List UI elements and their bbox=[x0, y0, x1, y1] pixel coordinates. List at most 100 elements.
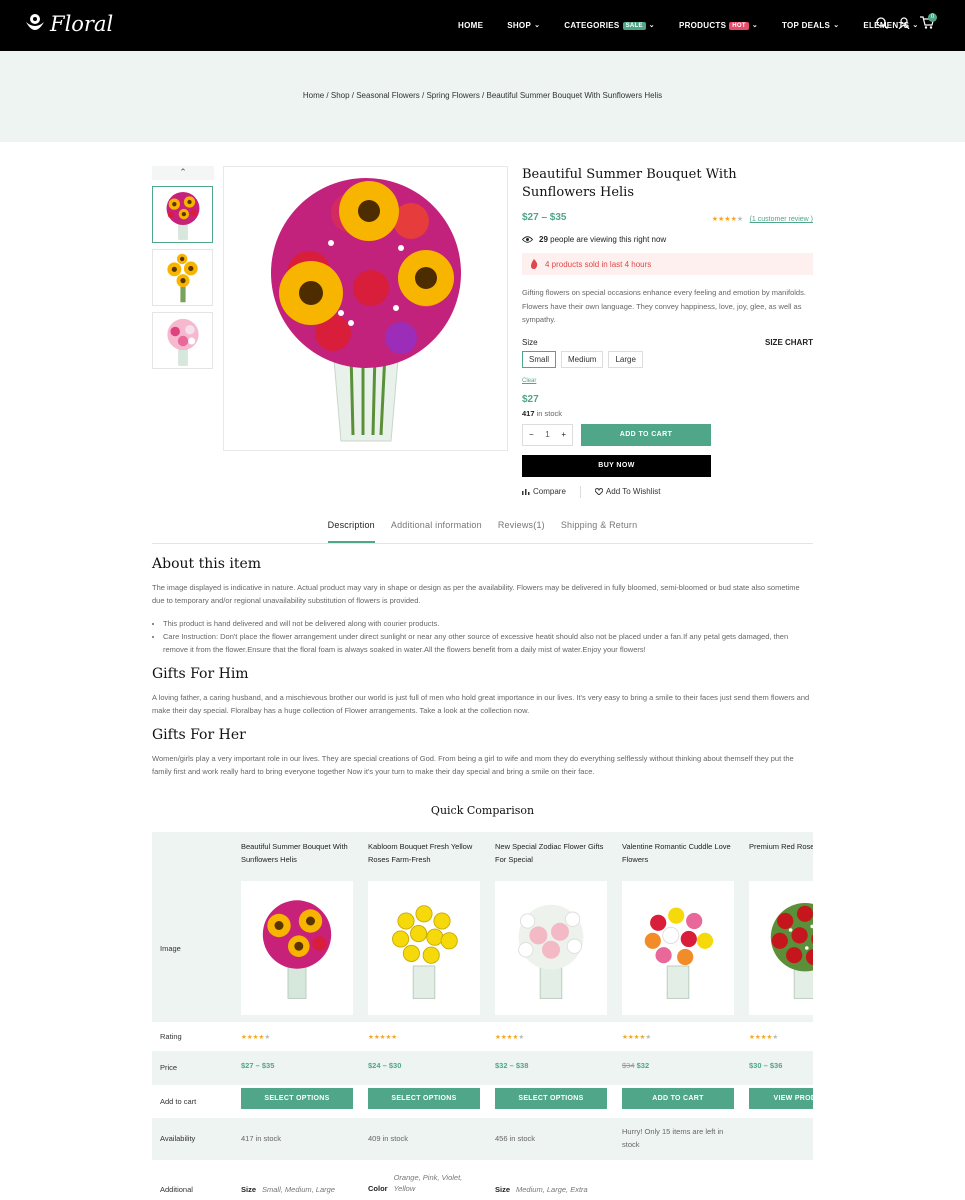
compare-current-price: $24 – $30 bbox=[368, 1061, 402, 1070]
compare-price: $24 – $30 bbox=[368, 1061, 401, 1070]
header-icons: 0 bbox=[876, 13, 937, 29]
compare-availability: 456 in stock bbox=[495, 1134, 536, 1143]
size-option-medium[interactable]: Medium bbox=[561, 350, 604, 368]
compare-product-name[interactable]: Beautiful Summer Bouquet With Sunflowers… bbox=[241, 840, 353, 866]
thumb-up-arrow-icon[interactable]: ⌃ bbox=[152, 166, 214, 180]
nav-top-deals[interactable]: TOP DEALS ⌄ bbox=[782, 21, 839, 30]
compare-current-price: $32 bbox=[636, 1061, 650, 1070]
compare-price: $34 $32 bbox=[622, 1061, 649, 1070]
compare-product-name[interactable]: New Special Zodiac Flower Gifts For Spec… bbox=[495, 840, 607, 866]
compare-attribute: Size Small, Medium, Large bbox=[241, 1184, 353, 1195]
wishlist-label: Add To Wishlist bbox=[605, 487, 661, 496]
yellow-roses-image bbox=[392, 905, 458, 999]
heart-icon bbox=[594, 488, 603, 495]
tab-description[interactable]: Description bbox=[327, 520, 375, 543]
search-icon[interactable] bbox=[876, 16, 888, 29]
thumbnail-1[interactable] bbox=[152, 186, 213, 243]
comparison-table: Image Rating Price Add to cart Availabil… bbox=[152, 832, 813, 1200]
compare-product-image[interactable] bbox=[241, 881, 353, 1015]
qty-minus-button[interactable]: − bbox=[529, 430, 534, 439]
compare-attribute-label: Size bbox=[241, 1185, 257, 1194]
description-content: About this item The image displayed is i… bbox=[152, 556, 813, 788]
compare-product-image[interactable] bbox=[749, 881, 813, 1015]
nav-label: SHOP bbox=[507, 21, 532, 30]
sunflower-bouquet-image bbox=[262, 900, 332, 999]
product-title: Beautiful Summer Bouquet With Sunflowers… bbox=[522, 167, 737, 200]
gifts-her-text: Women/girls play a very important role i… bbox=[152, 754, 794, 776]
compare-availability: 409 in stock bbox=[368, 1134, 409, 1143]
thumbnail-gallery: ⌃ bbox=[152, 166, 214, 369]
tab-shipping-return[interactable]: Shipping & Return bbox=[561, 520, 637, 543]
product-rating: ★★★★★ (1 customer review ) bbox=[712, 208, 813, 226]
breadcrumb-band: Home / Shop / Seasonal Flowers / Spring … bbox=[0, 51, 965, 142]
size-option-small[interactable]: Small bbox=[522, 350, 557, 368]
compare-button[interactable]: Compare bbox=[522, 486, 566, 498]
chevron-down-icon: ⌄ bbox=[833, 21, 840, 29]
flower-logo-icon bbox=[26, 14, 44, 30]
main-product-image[interactable] bbox=[223, 166, 508, 451]
compare-price: $27 – $35 bbox=[241, 1061, 274, 1070]
nav-home[interactable]: HOME bbox=[458, 21, 483, 30]
breadcrumb[interactable]: Home / Shop / Seasonal Flowers / Spring … bbox=[0, 91, 965, 100]
logo-text: Floral bbox=[50, 12, 114, 36]
compare-rating-stars: ★★★★★ bbox=[368, 1034, 398, 1041]
cart-count-badge: 0 bbox=[928, 13, 937, 22]
divider bbox=[579, 485, 581, 498]
product-price-range: $27 – $35 bbox=[522, 211, 567, 223]
compare-attribute-value: Medium, Large, Extra bbox=[516, 1185, 588, 1194]
gifts-him-heading: Gifts For Him bbox=[152, 666, 249, 682]
row-label-rating: Rating bbox=[160, 1032, 182, 1041]
stock-count: 417 bbox=[522, 408, 535, 418]
row-label-price: Price bbox=[160, 1063, 178, 1072]
thumbnail-2[interactable] bbox=[152, 249, 213, 306]
compare-current-price: $32 – $38 bbox=[495, 1061, 529, 1070]
clear-selection-link[interactable]: Clear bbox=[522, 378, 813, 384]
review-link[interactable]: (1 customer review ) bbox=[750, 216, 813, 223]
qty-plus-button[interactable]: + bbox=[561, 430, 566, 439]
tab-reviews[interactable]: Reviews(1) bbox=[498, 520, 545, 543]
compare-product-name[interactable]: Valentine Romantic Cuddle Love Flowers bbox=[622, 840, 734, 866]
compare-attribute: Color Orange, Pink, Violet, Yellow bbox=[368, 1172, 480, 1194]
user-icon[interactable] bbox=[898, 16, 910, 29]
compare-icon bbox=[522, 489, 530, 495]
thumbnail-3[interactable] bbox=[152, 312, 213, 369]
compare-price: $32 – $38 bbox=[495, 1061, 528, 1070]
viewing-text: people are viewing this right now bbox=[550, 235, 667, 244]
product-info: Beautiful Summer Bouquet With Sunflowers… bbox=[522, 166, 813, 498]
compare-product-image[interactable] bbox=[622, 881, 734, 1015]
compare-availability: 417 in stock bbox=[241, 1134, 282, 1143]
size-option-large[interactable]: Large bbox=[608, 350, 643, 368]
compare-attribute-value: Small, Medium, Large bbox=[262, 1185, 335, 1194]
compare-cart-button[interactable]: VIEW PRODUCTS bbox=[749, 1088, 813, 1109]
qty-input[interactable]: 1 bbox=[545, 430, 549, 439]
nav-products[interactable]: PRODUCTS HOT ⌄ bbox=[679, 21, 758, 30]
pink-bouquet-image bbox=[166, 318, 199, 365]
compare-rating-stars: ★★★★★ bbox=[622, 1034, 652, 1041]
compare-cart-button[interactable]: SELECT OPTIONS bbox=[241, 1088, 353, 1109]
logo[interactable]: Floral bbox=[24, 12, 113, 36]
nav-label: HOME bbox=[458, 21, 484, 30]
add-to-cart-button[interactable]: ADD TO CART bbox=[581, 423, 711, 446]
wishlist-button[interactable]: Add To Wishlist bbox=[594, 486, 661, 498]
tab-additional-information[interactable]: Additional information bbox=[391, 520, 482, 543]
compare-rating-stars: ★★★★★ bbox=[241, 1034, 271, 1041]
row-label-additional: Additional bbox=[160, 1185, 193, 1194]
compare-cart-button[interactable]: ADD TO CART bbox=[622, 1088, 734, 1109]
nav-categories[interactable]: CATEGORIES SALE ⌄ bbox=[564, 21, 655, 30]
bullet-item: This product is hand delivered and will … bbox=[163, 617, 813, 630]
buy-now-button[interactable]: BUY NOW bbox=[522, 454, 711, 477]
nav-shop[interactable]: SHOP ⌄ bbox=[507, 21, 540, 30]
compare-product-name[interactable]: Kabloom Bouquet Fresh Yellow Roses Farm-… bbox=[368, 840, 480, 866]
compare-attribute-label: Color bbox=[368, 1184, 388, 1193]
compare-availability: Hurry! Only 15 items are left in stock bbox=[622, 1127, 724, 1149]
compare-cart-button[interactable]: SELECT OPTIONS bbox=[368, 1088, 480, 1109]
compare-attribute-value: Orange, Pink, Violet, Yellow bbox=[393, 1173, 463, 1193]
size-label: Size bbox=[522, 337, 538, 347]
product-tabs: Description Additional information Revie… bbox=[152, 520, 813, 544]
compare-product-name[interactable]: Premium Red Roses With Bowl bbox=[749, 840, 813, 853]
compare-cart-button[interactable]: SELECT OPTIONS bbox=[495, 1088, 607, 1109]
compare-product-image[interactable] bbox=[368, 881, 480, 1015]
size-chart-link[interactable]: SIZE CHART bbox=[765, 338, 813, 347]
red-roses-image bbox=[770, 903, 813, 999]
compare-product-image[interactable] bbox=[495, 881, 607, 1015]
